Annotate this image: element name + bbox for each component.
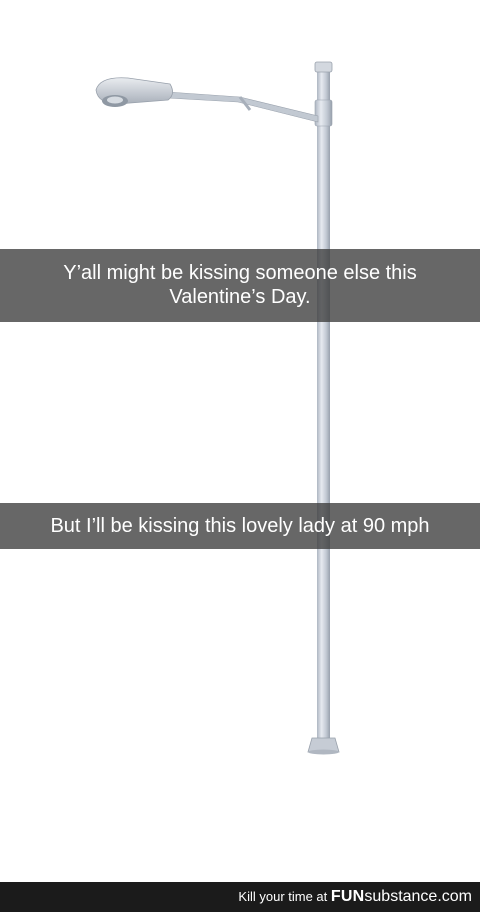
caption-bottom-text: But I’ll be kissing this lovely lady at … bbox=[50, 515, 430, 537]
street-lamp-illustration bbox=[95, 61, 340, 755]
caption-top-line1: Y’all might be kissing someone else this bbox=[63, 262, 417, 284]
brand-rest: substance.com bbox=[364, 888, 472, 905]
brand-bold: FUN bbox=[330, 888, 365, 905]
lamp-arm bbox=[167, 91, 319, 123]
footer-brand-link[interactable]: FUNsubstance.com bbox=[330, 888, 472, 905]
footer-bar: Kill your time at FUNsubstance.com bbox=[0, 882, 480, 912]
lamp-pole bbox=[317, 70, 330, 742]
caption-top-line2: Valentine’s Day. bbox=[169, 286, 311, 308]
caption-bottom: But I’ll be kissing this lovely lady at … bbox=[0, 503, 480, 549]
caption-top: Y’all might be kissing someone else this… bbox=[0, 249, 480, 322]
pole-top-cap bbox=[314, 61, 333, 73]
footer-tagline: Kill your time at bbox=[238, 889, 328, 904]
